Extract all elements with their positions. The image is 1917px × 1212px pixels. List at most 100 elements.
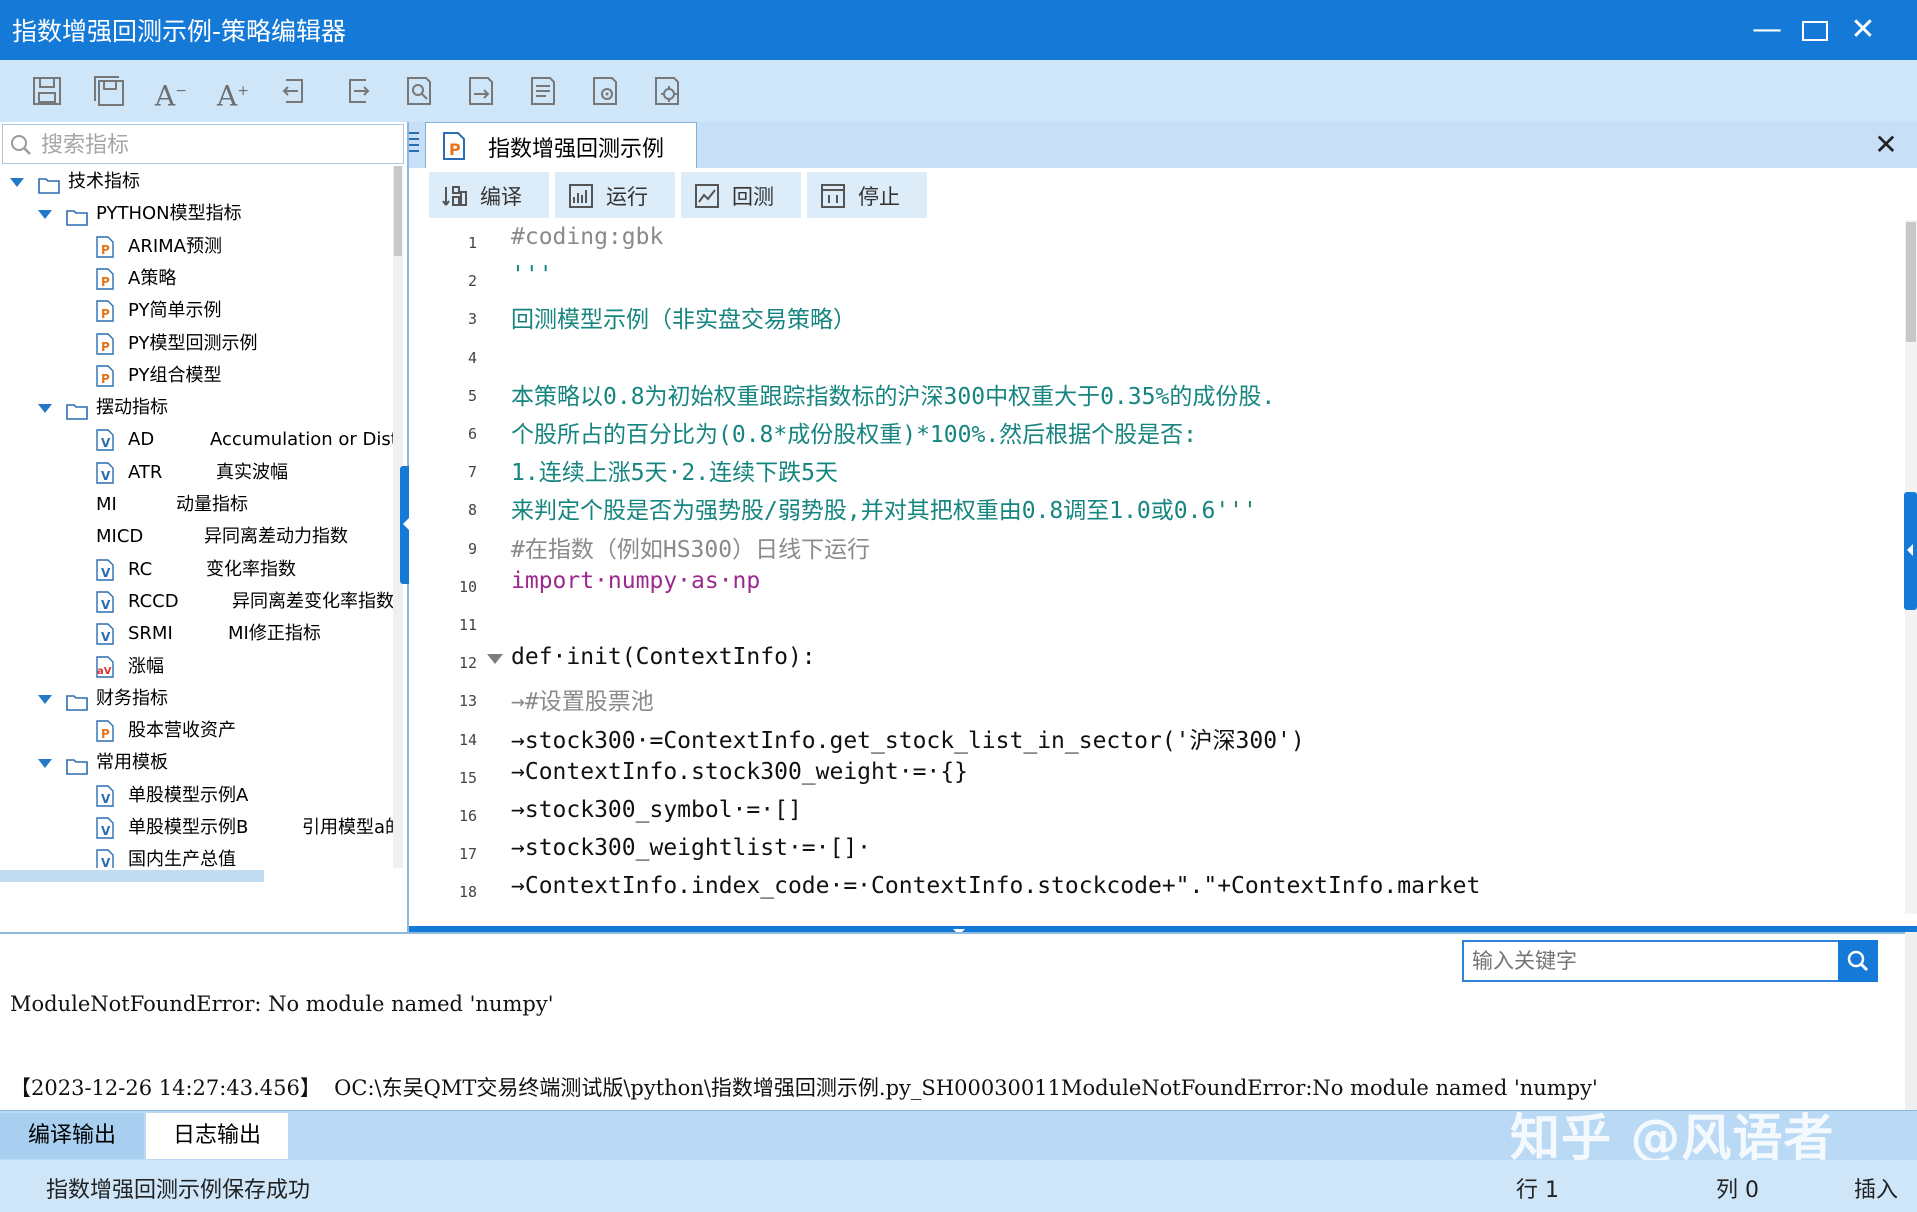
python-file-icon: P (96, 365, 114, 387)
code-line: 来判定个股是否为强势股/弱势股,并对其把权重由0.8调至1.0或0.6''' (511, 498, 1257, 525)
tree-item-description: 动量指标 (176, 494, 248, 515)
code-line: →stock300·=ContextInfo.get_stock_list_in… (511, 727, 1305, 754)
tree-folder[interactable]: 财务指标 (0, 683, 393, 715)
cursor-line: 行 1 (1516, 1178, 1559, 1203)
tree-item-label: PYTHON模型指标 (96, 203, 242, 225)
document-tab-title: 指数增强回测示例 (488, 137, 665, 162)
tree-item-label: 常用模板 (96, 752, 168, 774)
code-editor[interactable]: 1 #coding:gbk 2 ''' 3 回测模型示例（非实盘交易策略） 4 5 本策略以0.… (409, 220, 1905, 914)
editor-tab-strip: P 指数增强回测示例 ✕ (409, 122, 1917, 169)
keyword-input[interactable] (1470, 942, 1834, 980)
expand-caret-icon[interactable] (38, 210, 52, 220)
code-line: →#设置股票池 (511, 689, 654, 716)
tree-item[interactable]: V ATR 真实波幅 (0, 457, 393, 489)
undo-icon (282, 79, 303, 103)
tree-item-label: 技术指标 (68, 171, 140, 192)
tab-grip-icon[interactable] (409, 128, 419, 158)
tree-folder[interactable]: 技术指标 (0, 166, 393, 198)
formula-file-icon: V (96, 429, 114, 452)
tree-scroll-thumb[interactable] (394, 166, 402, 256)
code-line: def·init(ContextInfo): (511, 644, 816, 671)
editor-scroll-thumb[interactable] (1906, 222, 1916, 342)
code-line: 个股所占的百分比为(0.8*成份股权重)*100%.然后根据个股是否: (511, 422, 1198, 448)
svg-text:P: P (101, 243, 110, 257)
tree-item-label: ATR (128, 461, 163, 483)
find-button[interactable] (400, 72, 438, 110)
tree-folder[interactable]: 摆动指标 (0, 392, 393, 424)
expand-right-icon (1907, 544, 1913, 556)
tree-item[interactable]: V 单股模型示例B 引用模型a的 (0, 812, 393, 844)
tree-item-label: 涨幅 (128, 655, 164, 677)
status-message: 指数增强回测示例保存成功 (46, 1178, 311, 1203)
run-button[interactable]: 运行 (555, 172, 675, 218)
code-line: 回测模型示例（非实盘交易策略） (511, 307, 856, 334)
code-line: →ContextInfo.index_code·=·ContextInfo.st… (511, 873, 1481, 900)
expand-caret-icon[interactable] (10, 178, 24, 187)
export-button[interactable] (462, 72, 500, 110)
expand-caret-icon[interactable] (38, 404, 52, 414)
font-decrease-button[interactable]: A− (152, 72, 190, 112)
tree-item-description: 异同离差变化率指数 (232, 590, 393, 612)
tree-item[interactable]: P 股本营收资产 (0, 715, 393, 747)
backtest-label: 回测 (732, 185, 774, 209)
output-scrollbar[interactable] (1905, 932, 1917, 1110)
tree-item-label: AD (128, 429, 155, 451)
tab-document[interactable]: P 指数增强回测示例 (425, 122, 697, 169)
tree-item[interactable]: P ARIMA预测 (0, 231, 393, 263)
tree-item[interactable]: V SRMI MI修正指标 (0, 618, 393, 650)
tree-folder[interactable]: PYTHON模型指标 (0, 198, 393, 230)
settings-doc-icon (593, 77, 617, 105)
tree-horizontal-scrollbar[interactable] (0, 870, 264, 882)
tree-item[interactable]: V 单股模型示例A (0, 780, 393, 812)
line-number: 5 (467, 386, 477, 405)
undo-button[interactable] (276, 72, 314, 110)
tree-item-description: Accumulation or Dist (210, 429, 393, 451)
close-document-button[interactable]: ✕ (1869, 128, 1903, 162)
minimize-button[interactable]: — (1744, 8, 1790, 52)
stop-button[interactable]: 停止 (807, 172, 927, 218)
search-input[interactable] (39, 125, 403, 165)
tree-item[interactable]: P PY组合模型 (0, 360, 393, 392)
redo-button[interactable] (338, 72, 376, 110)
tree-item[interactable]: P PY简单示例 (0, 295, 393, 327)
backtest-button[interactable]: 回测 (681, 172, 801, 218)
font-increase-icon: A+ (217, 79, 249, 113)
tree-item[interactable]: P A策略 (0, 263, 393, 295)
close-window-button[interactable]: ✕ (1840, 8, 1886, 52)
tree-item[interactable]: MICD 异同离差动力指数 (0, 521, 393, 553)
compile-button[interactable]: 编译 (429, 172, 549, 218)
keyword-search-button[interactable] (1838, 940, 1878, 982)
code-line: #coding:gbk (511, 224, 664, 250)
tree-item[interactable]: V RC 变化率指数 (0, 554, 393, 586)
document-list-icon (531, 77, 555, 105)
tree-item[interactable]: V 国内生产总值 (0, 844, 393, 868)
tree-item[interactable]: aV 涨幅 (0, 651, 393, 683)
tree-folder[interactable]: 常用模板 (0, 747, 393, 779)
font-increase-button[interactable]: A+ (214, 72, 252, 113)
tree-item-description: 真实波幅 (216, 461, 288, 483)
maximize-button[interactable] (1792, 8, 1838, 52)
tree-item[interactable]: V AD Accumulation or Dist (0, 424, 393, 456)
expand-caret-icon[interactable] (38, 694, 52, 704)
tree-item-label: 单股模型示例B (128, 817, 249, 838)
document-list-button[interactable] (524, 72, 562, 110)
tab-log-output[interactable]: 日志输出 (146, 1113, 288, 1159)
code-line: 本策略以0.8为初始权重跟踪指数标的沪深300中权重大于0.35%的成份股. (511, 383, 1276, 410)
save-all-button[interactable] (90, 72, 128, 110)
line-number: 14 (458, 730, 477, 749)
tree-item[interactable]: V RCCD 异同离差变化率指数 (0, 586, 393, 618)
search-icon (1847, 950, 1869, 972)
tree-item[interactable]: MI 动量指标 (0, 489, 393, 521)
tree-item[interactable]: P PY模型回测示例 (0, 328, 393, 360)
right-panel-collapse-handle[interactable] (1904, 492, 1917, 610)
fold-caret-icon[interactable] (487, 654, 503, 665)
save-button[interactable] (28, 72, 66, 110)
settings-doc-button[interactable] (586, 72, 624, 110)
config-doc-button[interactable] (648, 72, 686, 110)
line-number: 2 (467, 272, 477, 291)
expand-caret-icon[interactable] (38, 759, 52, 769)
line-number: 3 (467, 310, 477, 329)
python-file-icon: P (442, 131, 466, 161)
tab-compile-output[interactable]: 编译输出 (0, 1113, 144, 1159)
svg-text:V: V (101, 436, 111, 450)
